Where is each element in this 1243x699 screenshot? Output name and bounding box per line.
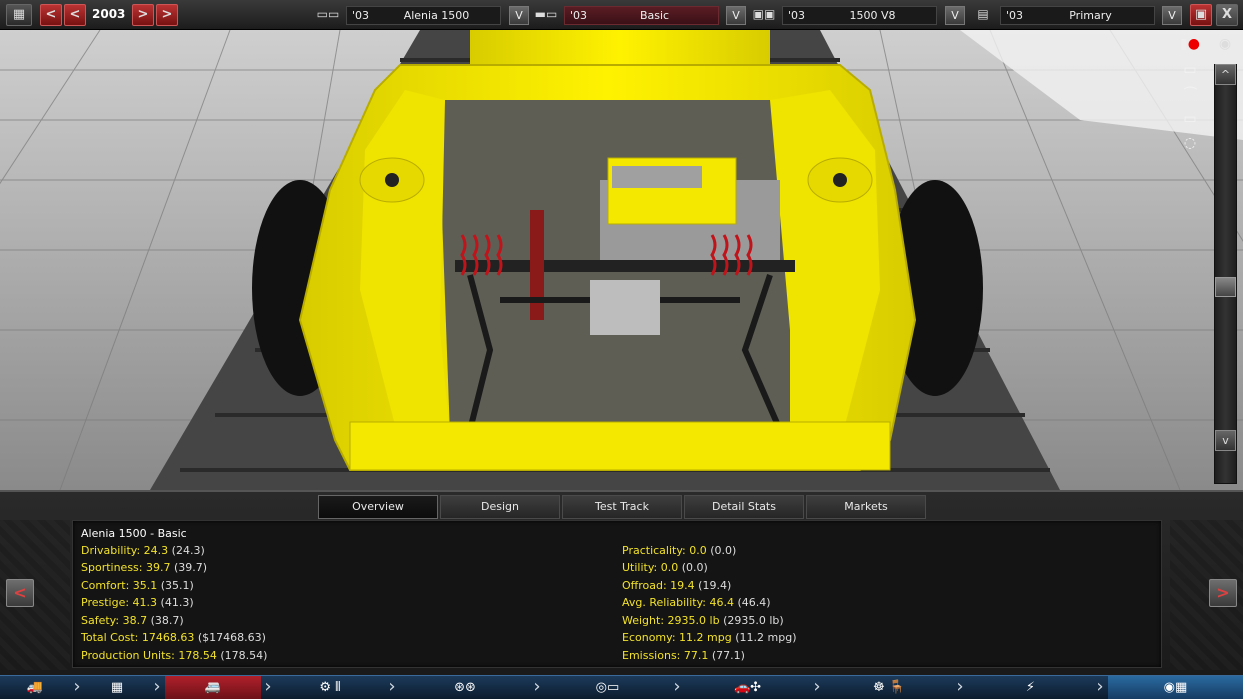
stat-emissions: Emissions: 77.1 (77.1) [622, 649, 745, 662]
chevron-right-icon: › [153, 676, 161, 697]
chevron-right-icon: › [264, 676, 272, 697]
calendar-icon[interactable]: ▦ [6, 4, 32, 26]
year-next-fast-button[interactable]: > [156, 4, 178, 26]
engine-icon: ▣▣ [752, 7, 776, 21]
close-button[interactable]: X [1216, 4, 1238, 26]
model-selector[interactable]: '03 Alenia 1500 [346, 6, 501, 25]
chassis-truck-icon: 🚚 [26, 680, 44, 695]
stat-offroad: Offroad: 19.4 (19.4) [622, 579, 732, 592]
car-3d-viewport[interactable]: ▮● ◉ ▭ ⏜ ▭ ◌ ^ v ✕ [0, 30, 1243, 490]
chevron-right-icon: › [388, 676, 396, 697]
stats-panel: Overview Design Test Track Detail Stats … [0, 490, 1243, 675]
stage-aero[interactable]: 🚗✣ [685, 676, 810, 699]
steering-seat-icon: ☸ 🪑 [873, 680, 905, 695]
stat-production-units: Production Units: 178.54 (178.54) [81, 649, 268, 662]
stage-finish[interactable]: ◉▦ [1108, 676, 1243, 699]
chevron-right-icon: › [956, 676, 964, 697]
car-scene [0, 30, 1243, 490]
tab-markets[interactable]: Markets [806, 495, 926, 519]
top-view-icon[interactable]: ◌ [1170, 135, 1210, 153]
eye-icon[interactable]: ◉ [1212, 36, 1238, 54]
tab-test-track[interactable]: Test Track [562, 495, 682, 519]
stat-drivability: Drivability: 24.3 (24.3) [81, 544, 205, 557]
engine-cylinders-icon: ⚙ ⫴ [319, 680, 341, 695]
stat-prestige: Prestige: 41.3 (41.3) [81, 596, 194, 609]
tab-overview[interactable]: Overview [318, 495, 438, 519]
year-next-button[interactable]: > [132, 4, 154, 26]
chevron-right-icon: › [813, 676, 821, 697]
stage-wheels[interactable]: ⊛⊛ [400, 676, 530, 699]
next-car-button[interactable]: > [1209, 579, 1237, 607]
stat-safety: Safety: 38.7 (38.7) [81, 614, 184, 627]
stage-brakes[interactable]: ◎▭ [545, 676, 670, 699]
stat-comfort: Comfort: 35.1 (35.1) [81, 579, 194, 592]
stat-economy: Economy: 11.2 mpg (11.2 mpg) [622, 631, 797, 644]
previous-car-button[interactable]: < [6, 579, 34, 607]
zoom-out-button[interactable]: v [1215, 430, 1236, 451]
stat-avg-reliability: Avg. Reliability: 46.4 (46.4) [622, 596, 771, 609]
car-fan-icon: 🚗✣ [733, 680, 762, 695]
stat-sportiness: Sportiness: 39.7 (39.7) [81, 561, 208, 574]
front-view-icon[interactable]: ▭ [1170, 62, 1210, 80]
stage-interior[interactable]: ☸ 🪑 [825, 676, 953, 699]
car-body-icon: ▭▭ [316, 7, 340, 21]
stage-suspension[interactable]: ⚡ [968, 676, 1093, 699]
chevron-right-icon: › [673, 676, 681, 697]
chevron-right-icon: › [533, 676, 541, 697]
model-dropdown-button[interactable]: V [509, 6, 529, 25]
engine-dropdown-button[interactable]: V [945, 6, 965, 25]
trim-car-icon: ▬▭ [534, 7, 558, 21]
year-display: 2003 [92, 7, 126, 21]
stat-utility: Utility: 0.0 (0.0) [622, 561, 708, 574]
trim-selector[interactable]: '03 Basic [564, 6, 719, 25]
paint-dropdown-button[interactable]: V [1162, 6, 1182, 25]
zoom-scrollbar[interactable] [1214, 64, 1237, 484]
frame-icon: ▦ [110, 680, 124, 695]
zoom-in-button[interactable]: ^ [1215, 64, 1236, 85]
brakes-icon: ◎▭ [595, 680, 620, 695]
zoom-slider-handle[interactable] [1215, 277, 1236, 297]
top-toolbar: ▦ < < 2003 > > ▭▭ '03 Alenia 1500 V ▬▭ '… [0, 0, 1243, 30]
car-title: Alenia 1500 - Basic [81, 527, 187, 540]
save-icon[interactable]: ▣ [1190, 4, 1212, 26]
chevron-right-icon: › [73, 676, 81, 697]
stage-chassis[interactable]: 🚚 [0, 676, 70, 699]
stat-weight: Weight: 2935.0 lb (2935.0 lb) [622, 614, 784, 627]
finish-flag-icon: ◉▦ [1163, 680, 1188, 695]
suspension-icon: ⚡ [1025, 680, 1036, 695]
overview-stats-box: Alenia 1500 - Basic Drivability: 24.3 (2… [72, 520, 1162, 668]
engine-selector[interactable]: '03 1500 V8 [782, 6, 937, 25]
year-prev-fast-button[interactable]: < [64, 4, 86, 26]
paint-selector[interactable]: '03 Primary [1000, 6, 1155, 25]
year-prev-button[interactable]: < [40, 4, 62, 26]
stat-practicality: Practicality: 0.0 (0.0) [622, 544, 737, 557]
camera-record-icon[interactable]: ▮● [1170, 36, 1210, 54]
body-icon: 🚐 [204, 680, 222, 695]
trim-dropdown-button[interactable]: V [726, 6, 746, 25]
rear-view-icon[interactable]: ▭ [1170, 111, 1210, 129]
stage-frame[interactable]: ▦ [84, 676, 150, 699]
design-stage-bar: 🚚 › ▦ › 🚐 › ⚙ ⫴ › ⊛⊛ › ◎▭ › 🚗✣ › ☸ 🪑 › ⚡… [0, 675, 1243, 699]
paint-icon: ▤ [977, 7, 989, 21]
wheels-icon: ⊛⊛ [454, 680, 476, 695]
stage-body[interactable]: 🚐 [165, 676, 261, 699]
stat-total-cost: Total Cost: 17468.63 ($17468.63) [81, 631, 266, 644]
tab-design[interactable]: Design [440, 495, 560, 519]
side-view-icon[interactable]: ⏜ [1170, 87, 1210, 105]
stage-engine[interactable]: ⚙ ⫴ [275, 676, 385, 699]
chevron-right-icon: › [1096, 676, 1104, 697]
tab-detail-stats[interactable]: Detail Stats [684, 495, 804, 519]
